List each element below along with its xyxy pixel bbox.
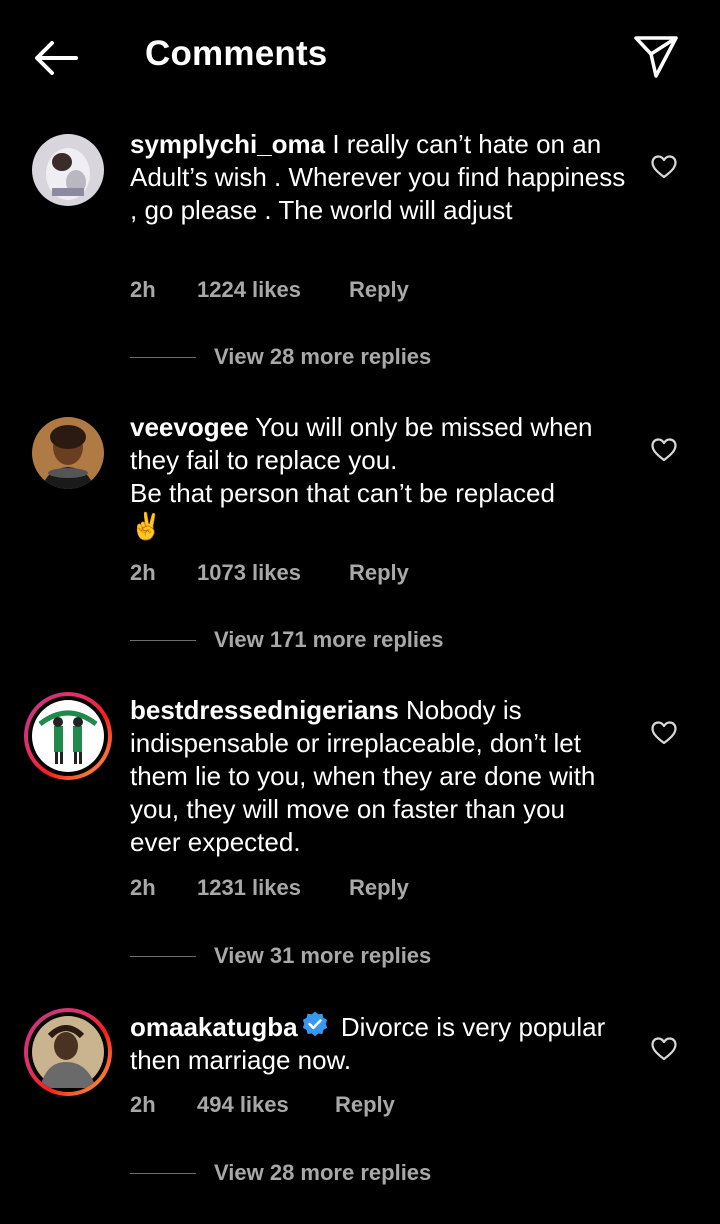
comment-likes[interactable]: 1073 likes [197, 560, 301, 586]
avatar-story-ring[interactable] [24, 692, 112, 780]
comment-body: symplychi_oma I really can’t hate on an … [130, 128, 630, 227]
heart-icon [651, 1037, 677, 1061]
like-button[interactable] [650, 1036, 678, 1062]
comment-body: omaakatugba Divorce is very popular then… [130, 1010, 630, 1077]
comment-username[interactable]: veevogee [130, 412, 249, 442]
reply-button[interactable]: Reply [335, 1092, 395, 1118]
view-replies-label: View 28 more replies [214, 1160, 432, 1185]
comment-time: 2h [130, 875, 156, 900]
heart-icon [651, 438, 677, 462]
divider-line [130, 640, 196, 641]
avatar[interactable] [32, 417, 104, 489]
comment-likes[interactable]: 1224 likes [197, 277, 301, 303]
view-replies-button[interactable]: View 28 more replies [130, 344, 530, 374]
view-replies-button[interactable]: View 171 more replies [130, 627, 530, 657]
view-replies-label: View 28 more replies [214, 344, 432, 369]
comment-time: 2h [130, 1092, 156, 1117]
comment-body: bestdressednigerians Nobody is indispens… [130, 694, 620, 859]
view-replies-label: View 31 more replies [214, 943, 432, 968]
comment-text-line2: Be that person that can’t be replaced [130, 478, 555, 508]
divider-line [130, 956, 196, 957]
back-arrow-icon [35, 41, 78, 75]
reply-button[interactable]: Reply [349, 277, 409, 303]
like-button[interactable] [650, 154, 678, 180]
page-title: Comments [145, 34, 328, 73]
comment-username[interactable]: bestdressednigerians [130, 695, 399, 725]
avatar [28, 696, 108, 776]
comment-body: veevogee You will only be missed when th… [130, 411, 630, 543]
comment-likes[interactable]: 494 likes [197, 1092, 289, 1118]
comment-time: 2h [130, 277, 156, 302]
top-bar: Comments [0, 0, 720, 112]
comment-username[interactable]: omaakatugba [130, 1012, 298, 1042]
avatar[interactable] [32, 134, 104, 206]
back-button[interactable] [28, 34, 84, 82]
comment-time: 2h [130, 560, 156, 585]
reply-button[interactable]: Reply [349, 560, 409, 586]
comment-likes[interactable]: 1231 likes [197, 875, 301, 901]
divider-line [130, 357, 196, 358]
comment-username[interactable]: symplychi_oma [130, 129, 325, 159]
heart-icon [651, 721, 677, 745]
like-button[interactable] [650, 720, 678, 746]
paper-plane-icon [634, 36, 678, 78]
view-replies-button[interactable]: View 31 more replies [130, 943, 530, 973]
reply-button[interactable]: Reply [349, 875, 409, 901]
like-button[interactable] [650, 437, 678, 463]
verified-badge-icon [302, 1011, 327, 1037]
heart-icon [651, 155, 677, 179]
victory-hand-emoji: ✌️ [130, 511, 163, 541]
avatar [28, 1012, 108, 1092]
send-button[interactable] [630, 32, 682, 80]
divider-line [130, 1173, 196, 1174]
avatar-story-ring[interactable] [24, 1008, 112, 1096]
view-replies-button[interactable]: View 28 more replies [130, 1160, 530, 1190]
view-replies-label: View 171 more replies [214, 627, 444, 652]
